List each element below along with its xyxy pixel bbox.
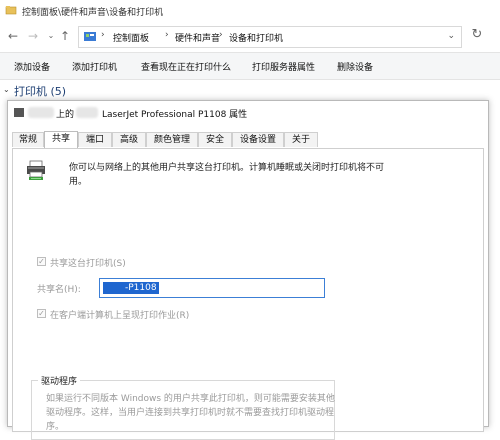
printer-small-icon [14,108,24,117]
tab-sharing[interactable]: 共享 [44,131,78,148]
render-jobs-label: 在客户端计算机上呈现打印作业(R) [50,311,190,321]
address-dropdown-icon[interactable]: ⌄ [447,31,455,41]
share-printer-label: 共享这台打印机(S) [50,259,126,269]
sharing-description: 你可以与网络上的其他用户共享这台打印机。计算机睡眠或关闭时打印机将不可用。 [69,163,385,187]
command-bar: 添加设备 添加打印机 查看现在正在打印什么 打印服务器属性 删除设备 [0,52,500,80]
tab-color-management[interactable]: 颜色管理 [146,132,198,147]
tab-ports[interactable]: 端口 [78,132,112,147]
navigation-bar: ← → ⌄ ↑ › 控制面板 › 硬件和声音 › 设备和打印机 ⌄ ↻ [0,22,500,52]
breadcrumb-separator-icon: › [219,30,223,40]
shared-printer-icon [27,160,45,180]
control-panel-icon [84,32,96,41]
drivers-description: 如果运行不同版本 Windows 的用户共享此打印机，则可能需要安装其他驱动程序… [46,394,335,432]
share-name-label: 共享名(H): [37,285,81,295]
share-name-value: -P1108 [103,282,159,294]
redacted-printer-brand [76,107,98,118]
tab-advanced[interactable]: 高级 [112,132,146,147]
printer-properties-dialog: 上的 LaserJet Professional P1108 属性 常规 共享 … [7,100,489,440]
breadcrumb-separator-icon: › [101,30,105,40]
tab-device-settings[interactable]: 设备设置 [232,132,284,147]
tab-general[interactable]: 常规 [12,132,44,147]
collapse-chevron-icon[interactable]: ⌄ [3,85,10,94]
window-title: 控制面板\硬件和声音\设备和打印机 [22,8,164,18]
dialog-titlebar: 上的 LaserJet Professional P1108 属性 [8,101,488,125]
drivers-groupbox: 驱动程序 如果运行不同版本 Windows 的用户共享此打印机，则可能需要安装其… [31,374,335,440]
back-arrow-icon[interactable]: ← [6,29,20,43]
see-whats-printing-button[interactable]: 查看现在正在打印什么 [141,60,231,73]
sharing-tab-panel: 你可以与网络上的其他用户共享这台打印机。计算机睡眠或关闭时打印机将不可用。 ✓ … [12,148,484,440]
folder-icon [5,6,17,15]
breadcrumb-devices-printers[interactable]: 设备和打印机 [229,31,283,44]
up-arrow-icon[interactable]: ↑ [58,29,72,43]
share-printer-checkbox[interactable]: ✓ [37,257,46,266]
render-jobs-checkbox[interactable]: ✓ [37,309,46,318]
remove-device-button[interactable]: 删除设备 [337,60,373,73]
tab-about[interactable]: 关于 [284,132,318,147]
print-server-properties-button[interactable]: 打印服务器属性 [252,60,315,73]
window-titlebar: 控制面板\硬件和声音\设备和打印机 [0,0,500,22]
share-name-input[interactable]: -P1108 [99,278,325,298]
dialog-title: LaserJet Professional P1108 属性 [102,110,248,120]
refresh-icon[interactable]: ↻ [470,28,484,42]
drivers-group-title: 驱动程序 [38,374,81,387]
dialog-title-prefix: 上的 [56,110,75,120]
address-bar[interactable]: › 控制面板 › 硬件和声音 › 设备和打印机 ⌄ [78,26,462,48]
printers-section-title: 打印机 (5) [14,85,67,98]
forward-arrow-icon[interactable]: → [26,29,40,43]
breadcrumb-separator-icon: › [165,30,169,40]
breadcrumb-hardware-sound[interactable]: 硬件和声音 [175,31,220,44]
breadcrumb-control-panel[interactable]: 控制面板 [113,31,149,44]
add-printer-button[interactable]: 添加打印机 [72,60,117,73]
printers-section-header[interactable]: ⌄ 打印机 (5) [0,79,500,101]
tab-security[interactable]: 安全 [198,132,232,147]
add-device-button[interactable]: 添加设备 [14,60,50,73]
redacted-computer-name [28,107,54,118]
recent-locations-chevron-icon[interactable]: ⌄ [44,29,58,43]
